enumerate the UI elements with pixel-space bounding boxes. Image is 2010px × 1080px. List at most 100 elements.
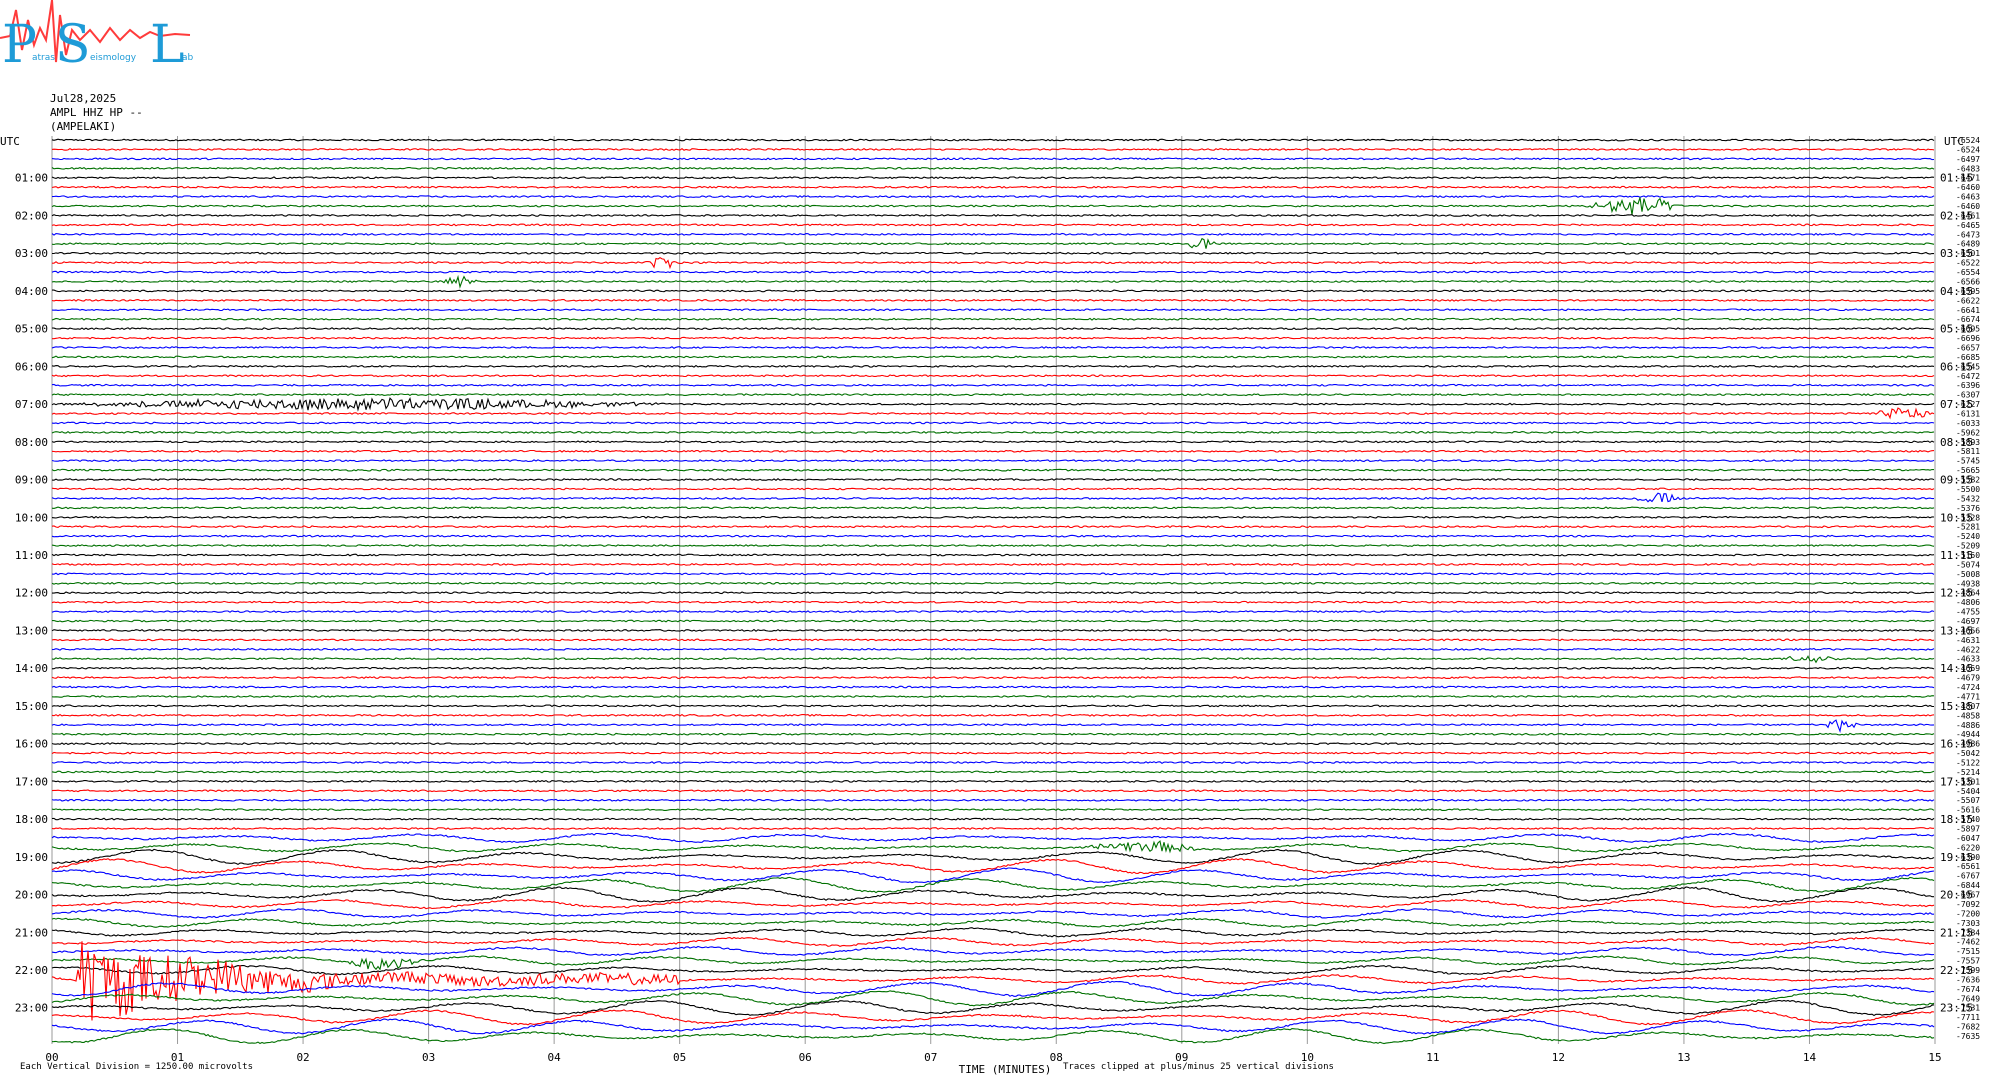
- trace-49: [51, 600, 1935, 604]
- trace-64: [51, 742, 1935, 746]
- trace-2: [51, 157, 1935, 161]
- trace-offset-label-74: -6047: [1956, 834, 1980, 843]
- trace-79: [51, 876, 1935, 894]
- left-hour-label-22: 23:00: [15, 1002, 48, 1015]
- left-axis-title: UTC: [0, 135, 20, 148]
- trace-23: [51, 355, 1935, 359]
- trace-21: [52, 336, 1935, 340]
- left-hour-label-12: 13:00: [15, 624, 48, 637]
- x-tick-label-13: 13: [1677, 1051, 1690, 1064]
- trace-offset-label-46: -5008: [1956, 570, 1980, 579]
- trace-61: [51, 713, 1935, 717]
- trace-offset-label-2: -6497: [1956, 155, 1980, 164]
- trace-88: [51, 964, 1935, 976]
- trace-offset-label-30: -6033: [1956, 419, 1980, 428]
- right-hour-label-9: 10:15: [1940, 511, 1973, 524]
- trace-35: [51, 468, 1935, 472]
- trace-18: [51, 308, 1935, 312]
- trace-93: [51, 1008, 1935, 1026]
- trace-76: [51, 848, 1935, 866]
- trace-8: [51, 214, 1935, 217]
- left-hour-label-18: 19:00: [15, 851, 48, 864]
- left-hour-label-14: 15:00: [15, 700, 48, 713]
- right-hour-label-14: 15:15: [1940, 700, 1973, 713]
- right-hour-label-19: 20:15: [1940, 889, 1973, 902]
- trace-43: [51, 544, 1935, 548]
- trace-10: [51, 232, 1935, 236]
- trace-48: [52, 591, 1935, 595]
- trace-7: [51, 197, 1935, 215]
- trace-25: [51, 374, 1935, 378]
- trace-13: [52, 257, 1935, 270]
- trace-19: [51, 317, 1935, 321]
- trace-85: [51, 936, 1935, 948]
- trace-1: [51, 147, 1935, 151]
- left-hour-label-13: 14:00: [15, 662, 48, 675]
- trace-offset-label-50: -4755: [1956, 608, 1980, 617]
- x-tick-label-04: 04: [548, 1051, 562, 1064]
- trace-92: [51, 999, 1935, 1017]
- left-hour-label-7: 08:00: [15, 436, 48, 449]
- trace-82: [51, 908, 1934, 919]
- trace-offset-label-34: -5745: [1956, 457, 1980, 466]
- trace-90: [51, 980, 1935, 997]
- left-hour-label-16: 17:00: [15, 775, 48, 788]
- x-tick-label-14: 14: [1803, 1051, 1817, 1064]
- left-hour-label-17: 18:00: [15, 813, 48, 826]
- trace-offset-label-82: -7200: [1956, 909, 1980, 918]
- trace-59: [51, 695, 1935, 698]
- trace-6: [51, 195, 1935, 199]
- trace-26: [51, 383, 1935, 387]
- trace-83: [51, 917, 1935, 928]
- trace-69: [51, 789, 1935, 793]
- trace-27: [51, 393, 1935, 397]
- left-hour-label-0: 01:00: [15, 172, 48, 185]
- right-hour-label-20: 21:15: [1940, 926, 1973, 939]
- trace-16: [52, 289, 1935, 293]
- trace-14: [51, 270, 1935, 274]
- trace-50: [51, 610, 1935, 614]
- trace-95: [51, 1028, 1935, 1045]
- right-hour-label-10: 11:15: [1940, 549, 1973, 562]
- trace-74: [51, 832, 1935, 844]
- trace-54: [51, 647, 1935, 651]
- trace-29: [51, 407, 1935, 420]
- trace-62: [51, 719, 1935, 734]
- left-hour-label-15: 16:00: [15, 738, 48, 751]
- trace-86: [51, 945, 1935, 957]
- trace-offset-label-58: -4724: [1956, 683, 1980, 692]
- trace-offset-label-26: -6396: [1956, 381, 1980, 390]
- trace-offset-label-22: -6657: [1956, 343, 1980, 352]
- trace-offset-label-42: -5240: [1956, 532, 1980, 541]
- trace-offset-label-38: -5432: [1956, 494, 1980, 503]
- right-hour-label-4: 05:15: [1940, 323, 1973, 336]
- right-hour-label-7: 08:15: [1940, 436, 1973, 449]
- right-hour-label-16: 17:15: [1940, 775, 1973, 788]
- trace-28: [51, 397, 1935, 412]
- x-tick-label-02: 02: [296, 1051, 309, 1064]
- trace-66: [51, 761, 1934, 764]
- x-tick-label-03: 03: [422, 1051, 435, 1064]
- chart-axes: -6524-6524-6497-6483-6471-6460-6463-6460…: [0, 135, 1980, 1076]
- left-hour-label-1: 02:00: [15, 209, 48, 222]
- trace-9: [51, 223, 1935, 227]
- x-axis-label: TIME (MINUTES): [959, 1063, 1052, 1076]
- right-hour-label-21: 22:15: [1940, 964, 1973, 977]
- trace-45: [51, 562, 1935, 566]
- trace-57: [51, 676, 1935, 680]
- trace-offset-label-62: -4886: [1956, 721, 1980, 730]
- trace-65: [51, 751, 1935, 755]
- trace-55: [51, 655, 1935, 664]
- trace-38: [51, 492, 1934, 503]
- trace-40: [51, 515, 1935, 519]
- left-hour-label-4: 05:00: [15, 323, 48, 336]
- trace-60: [51, 704, 1935, 708]
- trace-72: [51, 817, 1935, 821]
- x-tick-label-05: 05: [673, 1051, 686, 1064]
- x-tick-label-08: 08: [1050, 1051, 1063, 1064]
- trace-36: [51, 478, 1935, 481]
- trace-24: [51, 364, 1935, 368]
- trace-offset-label-94: -7682: [1956, 1023, 1980, 1032]
- trace-20: [51, 327, 1935, 331]
- trace-42: [51, 534, 1935, 538]
